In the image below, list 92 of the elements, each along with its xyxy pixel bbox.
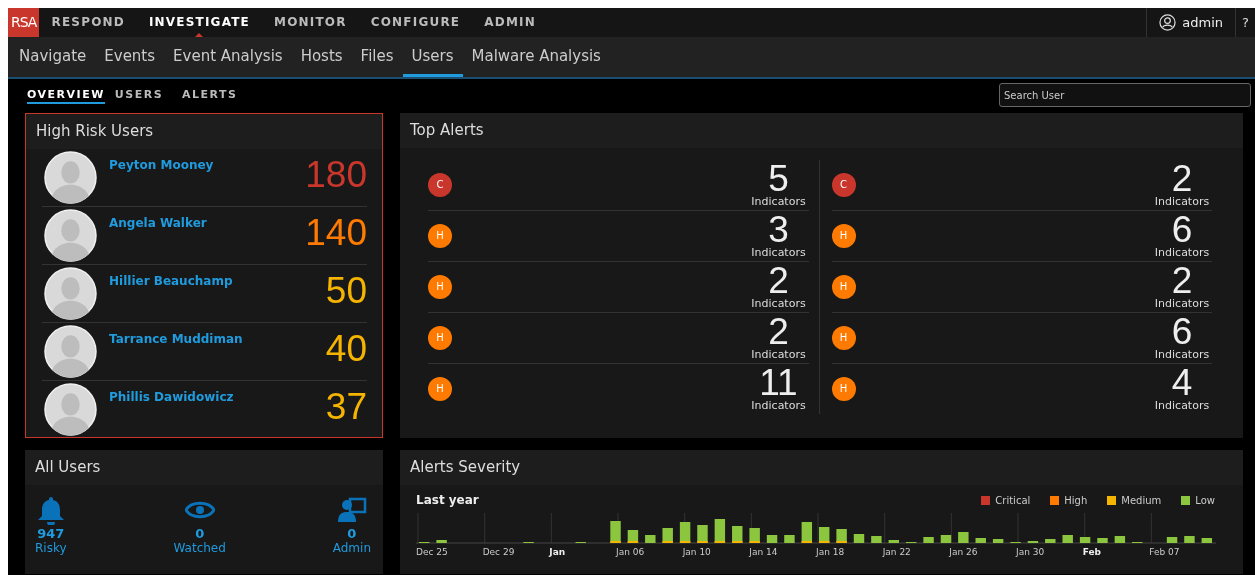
indicator-label: Indicators (1153, 245, 1211, 259)
avatar (44, 325, 97, 378)
legend-label: Medium (1121, 494, 1162, 506)
stat-value[interactable]: 947 (37, 527, 65, 541)
user-name: admin (1182, 15, 1224, 30)
severity-badge: C (831, 173, 856, 197)
axis-label: Feb (1082, 547, 1102, 557)
indicator-count: 2 (1171, 162, 1193, 195)
user-icon (1159, 14, 1177, 31)
indicator-count: 11 (759, 366, 798, 399)
indicator-label: Indicators (1153, 398, 1211, 412)
axis-label: Dec 29 (482, 547, 516, 557)
indicator-label: Indicators (750, 347, 807, 361)
severity-badge: H (831, 275, 856, 299)
indicator-count: 6 (1171, 315, 1193, 348)
user-link[interactable]: Angela Walker (109, 216, 306, 230)
risk-score: 50 (325, 269, 367, 313)
tab[interactable]: USERS (114, 86, 173, 104)
stat-label[interactable]: Risky (35, 541, 67, 556)
tab[interactable]: ALERTS (182, 86, 247, 104)
panel-title: High Risk Users (26, 114, 382, 149)
nav-item[interactable]: INVESTIGATE (136, 8, 262, 37)
indicator-count: 2 (768, 315, 789, 348)
risk-score: 37 (325, 385, 367, 429)
axis-label: Jan 14 (749, 547, 779, 557)
indicator-label: Indicators (750, 398, 807, 412)
logo: RSA (8, 8, 40, 37)
legend-label: High (1064, 494, 1088, 506)
axis-label: Jan 22 (882, 547, 912, 557)
indicator-label: Indicators (1153, 296, 1211, 310)
nav-tab[interactable]: Hosts (291, 37, 352, 77)
axis-label: Jan 26 (949, 547, 979, 557)
axis-label: Jan 10 (682, 547, 712, 557)
panel-title: Top Alerts (400, 113, 1243, 148)
stat-value[interactable]: 0 (347, 527, 357, 541)
avatar (44, 383, 97, 436)
user-link[interactable]: Peyton Mooney (109, 158, 306, 172)
risk-score: 180 (305, 153, 367, 197)
indicator-count: 2 (768, 264, 789, 297)
legend-label: Low (1195, 494, 1215, 506)
risk-score: 140 (305, 211, 367, 255)
severity-badge: H (831, 224, 856, 248)
severity-badge: H (831, 326, 856, 350)
stat-label[interactable]: Watched (173, 541, 226, 556)
indicator-label: Indicators (1153, 347, 1211, 361)
nav-item[interactable]: RESPOND (39, 8, 137, 37)
indicator-count: 5 (768, 162, 789, 195)
severity-badge: H (428, 326, 452, 350)
severity-badge: H (428, 224, 452, 248)
indicator-label: Indicators (1153, 194, 1211, 208)
nav-tab[interactable]: Navigate (10, 37, 96, 77)
axis-label: Jan (549, 547, 567, 557)
avatar (44, 151, 97, 204)
indicator-label: Indicators (750, 296, 807, 310)
nav-tab[interactable]: Files (351, 37, 403, 77)
nav-item[interactable]: CONFIGURE (358, 8, 473, 37)
stat-label[interactable]: Admin (332, 541, 371, 556)
axis-label: Feb 07 (1149, 547, 1181, 557)
axis-label: Jan 06 (616, 547, 646, 557)
indicator-count: 4 (1171, 366, 1193, 399)
risk-score: 40 (325, 327, 367, 371)
chart-period: Last year (416, 493, 479, 507)
severity-badge: H (831, 377, 856, 401)
indicator-count: 6 (1171, 213, 1193, 246)
panel-title: Alerts Severity (400, 450, 1243, 485)
tab[interactable]: OVERVIEW (27, 86, 105, 104)
severity-badge: H (428, 275, 452, 299)
axis-label: Dec 25 (416, 547, 449, 557)
indicator-count: 3 (768, 213, 789, 246)
legend-label: Critical (995, 494, 1031, 506)
nav-tab[interactable]: Users (402, 37, 463, 77)
user-link[interactable]: Hillier Beauchamp (109, 274, 326, 288)
search-field[interactable]: Search User (999, 83, 1251, 107)
user-link[interactable]: Phillis Dawidowicz (109, 390, 326, 404)
axis-label: Jan 30 (1016, 547, 1046, 557)
user-screen-icon (336, 495, 367, 525)
indicator-label: Indicators (750, 245, 807, 259)
avatar (44, 267, 97, 320)
avatar (44, 209, 97, 262)
stat-value[interactable]: 0 (195, 527, 205, 541)
user-link[interactable]: Tarrance Muddiman (109, 332, 326, 346)
severity-badge: C (428, 173, 452, 197)
nav-item[interactable]: MONITOR (262, 8, 359, 37)
nav-tab[interactable]: Event Analysis (164, 37, 292, 77)
nav-tab[interactable]: Events (95, 37, 165, 77)
nav-tab[interactable]: Malware Analysis (462, 37, 610, 77)
severity-badge: H (428, 377, 452, 401)
indicator-label: Indicators (750, 194, 807, 208)
indicator-count: 2 (1171, 264, 1193, 297)
nav-item[interactable]: ADMIN (472, 8, 548, 37)
axis-label: Jan 18 (816, 547, 846, 557)
panel-title: All Users (25, 450, 383, 485)
